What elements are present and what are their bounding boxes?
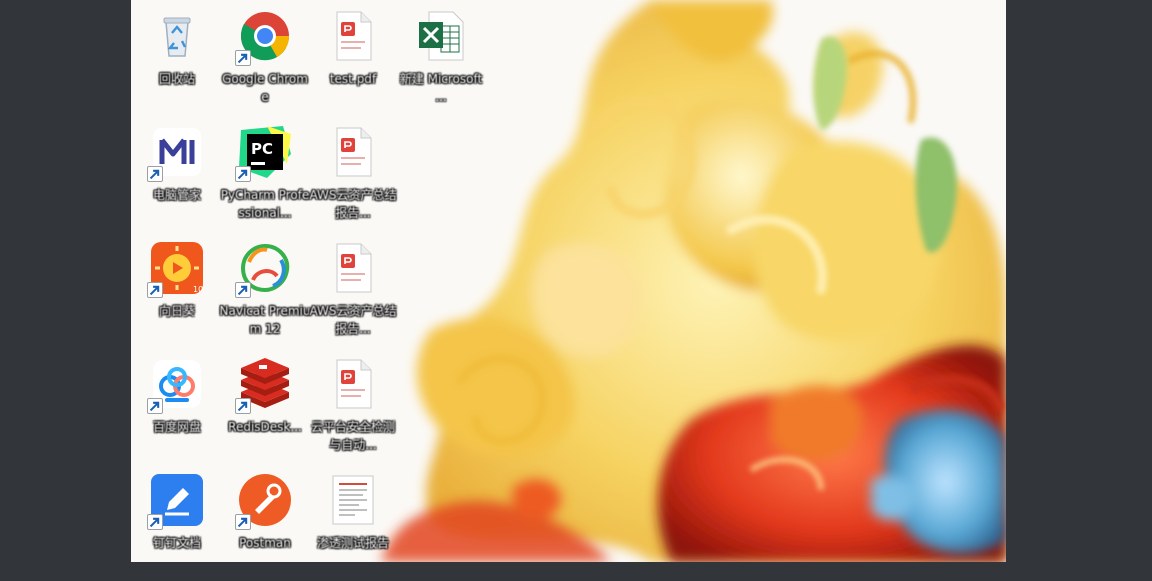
desktop-icon-recycle-bin[interactable]: 回收站 [131, 0, 223, 112]
desktop-icon-label: AWS云资产总结报告... [309, 188, 397, 220]
pdf-file-icon [325, 8, 381, 64]
svg-text:PC: PC [251, 140, 273, 158]
desktop-icon-label: Google Chrome [222, 72, 308, 104]
desktop-icon-pycharm[interactable]: PC PyCharm Professional... [219, 116, 311, 228]
desktop-icon-pentest-report[interactable]: 渗透测试报告 [307, 464, 399, 562]
shortcut-arrow-icon [235, 514, 251, 530]
shortcut-arrow-icon [147, 282, 163, 298]
desktop-icon-label: AWS云资产总结报告... [309, 304, 397, 336]
desktop-icon-label: 回收站 [158, 72, 195, 86]
desktop-icon-label: 云平台安全检测与自动... [310, 420, 395, 452]
m-logo-icon [147, 124, 205, 182]
desktop-icon-label: test.pdf [329, 72, 377, 86]
desktop-icon-m-app[interactable]: 电脑管家 [131, 116, 223, 228]
postman-icon [235, 472, 293, 530]
baidu-netdisk-icon [147, 356, 205, 414]
pdf-file-icon [325, 356, 381, 412]
desktop-icon-cloud-security-pdf[interactable]: 云平台安全检测与自动... [307, 348, 399, 460]
desktop-icon-grid: 回收站 电脑管家 10 向日葵 百度网盘 钉钉文档 Google Chrome … [131, 0, 1006, 562]
desktop-icon-excel-new[interactable]: 新建 Microsoft ... [395, 0, 487, 112]
desktop-icon-label: 渗透测试报告 [316, 536, 389, 550]
document-icon [325, 472, 381, 528]
desktop-icon-chrome[interactable]: Google Chrome [219, 0, 311, 112]
shortcut-arrow-icon [147, 398, 163, 414]
desktop-icon-postman[interactable]: Postman [219, 464, 311, 562]
desktop-screen: 回收站 电脑管家 10 向日葵 百度网盘 钉钉文档 Google Chrome … [131, 0, 1006, 562]
pdf-file-icon [325, 240, 381, 296]
desktop-icon-redis[interactable]: RedisDesk... [219, 348, 311, 460]
shortcut-arrow-icon [147, 514, 163, 530]
desktop-icon-label: Navicat Premium 12 [219, 304, 311, 336]
desktop-icon-label: 电脑管家 [152, 188, 201, 202]
desktop-icon-navicat[interactable]: Navicat Premium 12 [219, 232, 311, 344]
desktop-icon-docs[interactable]: 钉钉文档 [131, 464, 223, 562]
desktop-icon-label: 向日葵 [158, 304, 195, 318]
pdf-file-icon [325, 124, 381, 180]
shortcut-arrow-icon [147, 166, 163, 182]
shortcut-arrow-icon [235, 50, 251, 66]
desktop-icon-aws-report-1[interactable]: AWS云资产总结报告... [307, 116, 399, 228]
sunflower-icon: 10 [147, 240, 205, 298]
bottom-frame-bar [0, 562, 1152, 581]
desktop-icon-label: PyCharm Professional... [220, 188, 310, 220]
docs-pen-icon [147, 472, 205, 530]
shortcut-arrow-icon [235, 166, 251, 182]
desktop-icon-label: 新建 Microsoft ... [399, 72, 483, 104]
recycle-bin-icon [149, 8, 205, 64]
desktop-icon-label: 钉钉文档 [152, 536, 201, 550]
desktop-icon-label: 百度网盘 [152, 420, 201, 434]
shortcut-arrow-icon [235, 398, 251, 414]
redis-icon [235, 356, 293, 414]
excel-icon [413, 8, 469, 64]
desktop-icon-test-pdf[interactable]: test.pdf [307, 0, 399, 112]
desktop-icon-baidu-netdisk[interactable]: 百度网盘 [131, 348, 223, 460]
desktop-icon-label: RedisDesk... [228, 420, 302, 434]
navicat-icon [235, 240, 293, 298]
pycharm-icon: PC [235, 124, 293, 182]
desktop-icon-label: Postman [239, 536, 291, 550]
shortcut-arrow-icon [235, 282, 251, 298]
chrome-icon [235, 8, 293, 66]
desktop-icon-aws-report-2[interactable]: AWS云资产总结报告... [307, 232, 399, 344]
desktop-icon-sunflower[interactable]: 10 向日葵 [131, 232, 223, 344]
svg-text:10: 10 [193, 285, 203, 294]
